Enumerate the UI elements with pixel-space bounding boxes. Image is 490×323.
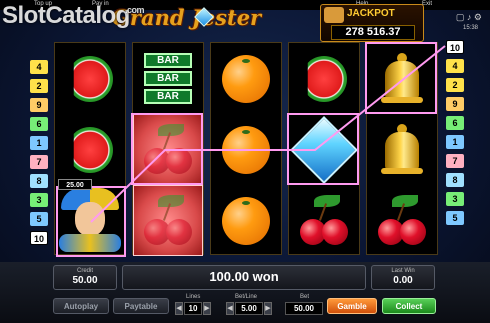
winning-symbol-frame	[365, 42, 437, 114]
last-win-value: 0.00	[393, 275, 413, 286]
winning-symbol-frame	[56, 186, 126, 257]
line-win-amount: 25.00	[58, 179, 92, 190]
credit-box: Credit 50.00	[53, 265, 117, 290]
line-number-9: 9	[446, 97, 464, 111]
line-number-1: 1	[446, 135, 464, 149]
line-number-2: 2	[30, 79, 48, 93]
lines-increase-button[interactable]: ▶	[203, 302, 211, 315]
winning-symbol-frame	[131, 113, 203, 185]
line-number-4: 4	[446, 59, 464, 73]
line-number-7: 7	[30, 155, 48, 169]
line-number-4: 4	[30, 60, 48, 74]
line-number-6: 6	[446, 116, 464, 130]
slot-game-screen: Top up Pay in Help Exit Grand Jester JAC…	[0, 0, 490, 323]
line-number-6: 6	[30, 117, 48, 131]
line-number-9: 9	[30, 98, 48, 112]
line-number-8: 8	[30, 174, 48, 188]
paytable-button[interactable]: Paytable	[113, 298, 169, 314]
autoplay-button[interactable]: Autoplay	[53, 298, 109, 314]
line-number-5: 5	[30, 212, 48, 226]
last-win-box: Last Win 0.00	[371, 265, 435, 290]
bet-line-label: Bet/Line	[235, 294, 258, 300]
gamble-button[interactable]: Gamble	[327, 298, 377, 314]
bet-line-value: 5.00	[235, 302, 263, 315]
lines-value: 10	[184, 302, 202, 315]
line-number-1: 1	[30, 136, 48, 150]
last-win-label: Last Win	[391, 268, 415, 274]
winning-symbol-frame	[287, 113, 359, 185]
win-message: 100.00 won	[122, 265, 366, 290]
bet-line-increase-button[interactable]: ▶	[264, 302, 272, 315]
line-number-2: 2	[446, 78, 464, 92]
control-panel: Credit 50.00 100.00 won Last Win 0.00 Au…	[0, 262, 490, 323]
bet-value: 50.00	[285, 302, 323, 315]
line-number-8: 8	[446, 173, 464, 187]
line-number-3: 3	[446, 192, 464, 206]
lines-label: Lines	[186, 294, 201, 300]
bet-line-decrease-button[interactable]: ◀	[226, 302, 234, 315]
line-number-10: 10	[30, 231, 48, 245]
collect-button[interactable]: Collect	[382, 298, 436, 314]
line-number-7: 7	[446, 154, 464, 168]
credit-label: Credit	[76, 268, 93, 274]
bet-label: Bet	[300, 294, 310, 300]
line-number-5: 5	[446, 211, 464, 225]
line-number-3: 3	[30, 193, 48, 207]
credit-value: 50.00	[72, 275, 98, 286]
lines-decrease-button[interactable]: ◀	[175, 302, 183, 315]
line-number-10: 10	[446, 40, 464, 54]
